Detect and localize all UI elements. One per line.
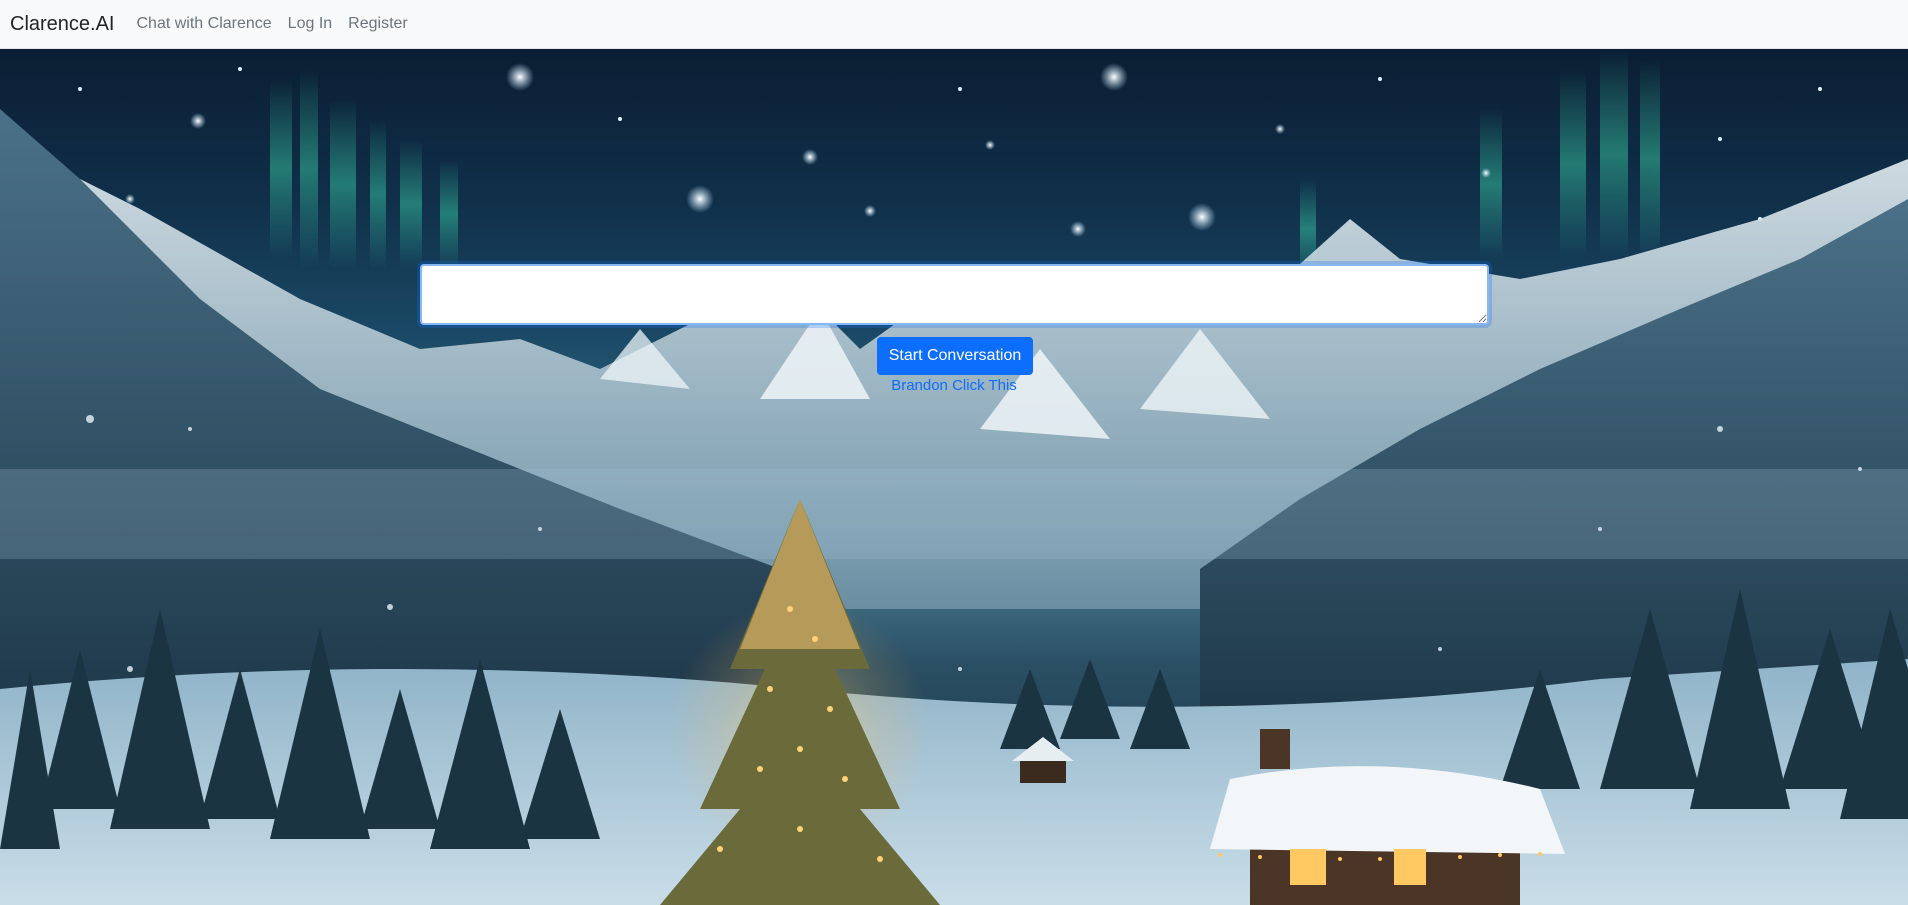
brand-link[interactable]: Clarence.AI: [10, 13, 115, 36]
start-conversation-button[interactable]: Start Conversation: [877, 337, 1033, 375]
nav-link-chat[interactable]: Chat with Clarence: [137, 15, 272, 33]
nav-link-register[interactable]: Register: [348, 15, 408, 33]
winter-landscape-background: [0, 49, 1908, 905]
nav-link-login[interactable]: Log In: [288, 15, 332, 33]
hero-section: Hey I'm Clarence! Tell me about the pers…: [0, 49, 1908, 905]
aurora-left: [270, 69, 458, 269]
person-description-input[interactable]: [420, 264, 1489, 325]
top-navbar: Clarence.AI Chat with Clarence Log In Re…: [0, 0, 1908, 49]
brandon-link[interactable]: Brandon Click This: [0, 377, 1908, 394]
